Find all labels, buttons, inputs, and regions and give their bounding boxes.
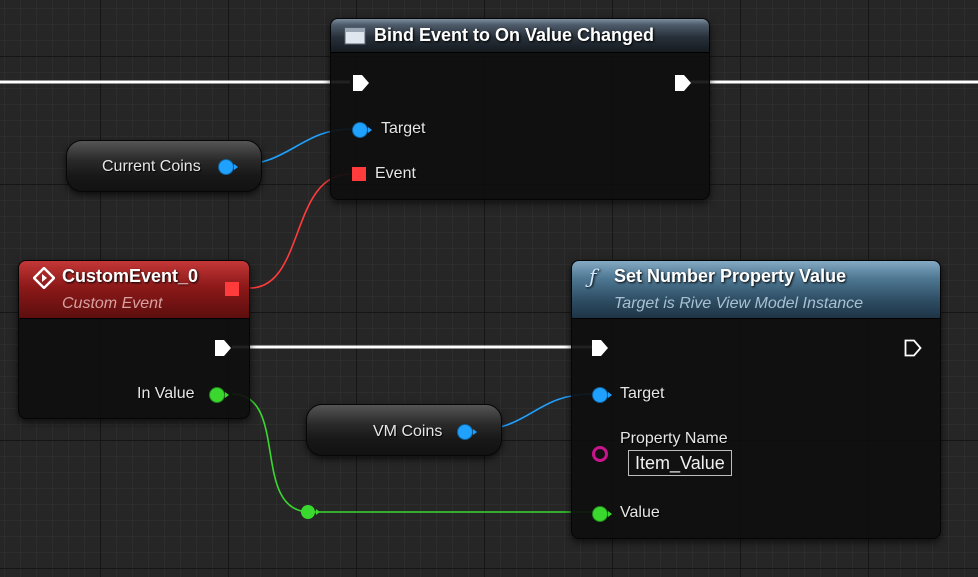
node-subtitle: Custom Event (62, 295, 163, 312)
target-pin-label: Target (381, 120, 426, 137)
node-title: CustomEvent_0 (62, 266, 199, 286)
in-value-output-pin[interactable] (209, 387, 229, 403)
node-header[interactable]: Bind Event to On Value Changed (331, 19, 709, 53)
exec-out-pin[interactable] (213, 338, 233, 358)
node-header[interactable]: CustomEvent_0 Custom Event (19, 261, 249, 319)
value-pin[interactable] (592, 506, 612, 522)
delegate-output-pin[interactable] (225, 282, 239, 296)
in-value-pin-label: In Value (137, 385, 195, 402)
value-pin-label: Value (620, 504, 660, 521)
event-pin[interactable] (352, 167, 366, 181)
node-title: Bind Event to On Value Changed (374, 25, 655, 45)
exec-in-pin[interactable] (590, 338, 610, 358)
exec-out-pin[interactable] (903, 338, 923, 358)
property-name-pin[interactable] (592, 446, 608, 462)
reroute-node[interactable] (301, 505, 320, 519)
property-name-input[interactable]: Item_Value (628, 450, 732, 476)
current-coins-output-pin[interactable] (218, 159, 238, 175)
node-title: Set Number Property Value (614, 266, 847, 286)
target-pin-label: Target (620, 385, 665, 402)
exec-out-pin[interactable] (673, 73, 693, 93)
vm-coins-output-pin[interactable] (457, 424, 477, 440)
variable-label: Current Coins (102, 158, 201, 175)
event-pin-label: Event (375, 165, 416, 182)
set-number-property-node[interactable]: ƒ Set Number Property Value Target is Ri… (571, 260, 941, 539)
vm-coins-variable-node[interactable]: VM Coins (306, 404, 502, 456)
delegate-icon (344, 27, 366, 45)
current-coins-variable-node[interactable]: Current Coins (66, 140, 262, 192)
target-pin[interactable] (352, 122, 372, 138)
custom-event-node[interactable]: CustomEvent_0 Custom Event In Value (18, 260, 250, 419)
target-pin[interactable] (592, 387, 612, 403)
node-header[interactable]: ƒ Set Number Property Value Target is Ri… (572, 261, 940, 319)
bind-event-node[interactable]: Bind Event to On Value Changed Target Ev… (330, 18, 710, 200)
variable-label: VM Coins (373, 423, 443, 440)
event-diamond-icon (33, 267, 55, 289)
exec-in-pin[interactable] (351, 73, 371, 93)
property-name-label: Property Name (620, 430, 728, 447)
function-icon: ƒ (589, 264, 597, 288)
node-subtitle: Target is Rive View Model Instance (614, 295, 864, 312)
